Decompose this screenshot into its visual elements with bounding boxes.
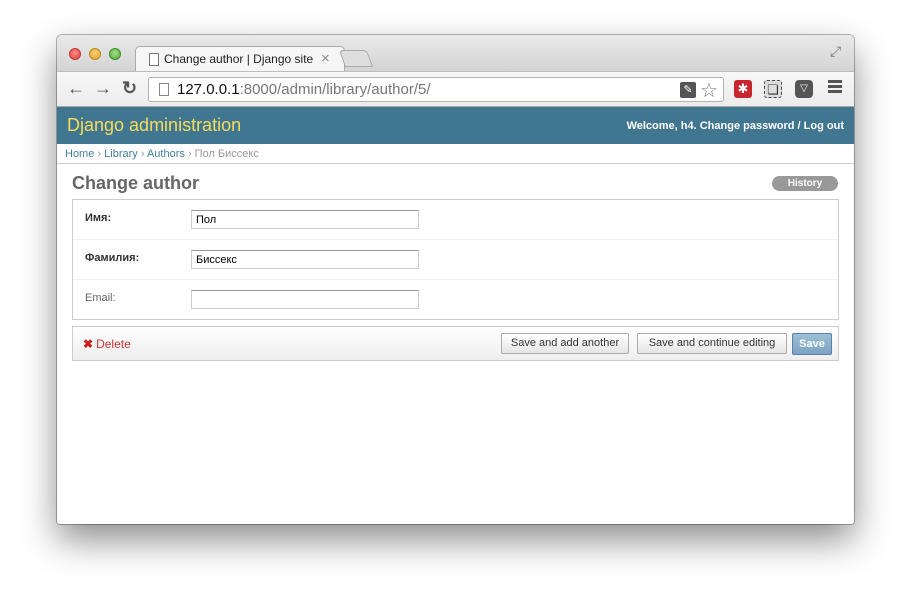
first-name-field[interactable] bbox=[191, 210, 419, 229]
bookmark-star-icon[interactable]: ☆ bbox=[700, 78, 718, 103]
page-icon bbox=[149, 53, 159, 66]
breadcrumb-separator: › bbox=[140, 148, 145, 160]
tab-title: Change author | Django site bbox=[164, 52, 314, 66]
save-and-add-another-button[interactable]: Save and add another bbox=[501, 333, 629, 354]
pocket-extension-icon[interactable]: ▽ bbox=[795, 80, 813, 98]
reload-icon[interactable]: ↻ bbox=[122, 78, 137, 99]
new-tab-button[interactable] bbox=[338, 50, 374, 67]
delete-label: Delete bbox=[96, 337, 131, 351]
lastpass-extension-icon[interactable]: ✱ bbox=[734, 80, 752, 98]
page-icon bbox=[159, 83, 169, 96]
address-bar[interactable]: 127.0.0.1:8000/admin/library/author/5/ ✎… bbox=[148, 77, 724, 102]
welcome-text: Welcome, h4. bbox=[626, 120, 697, 132]
delete-link[interactable]: ✖ Delete bbox=[83, 337, 131, 351]
breadcrumb-separator: › bbox=[187, 148, 192, 160]
breadcrumb: Home › Library › Authors › Пол Биссекс bbox=[57, 144, 854, 164]
history-button[interactable]: History bbox=[772, 176, 838, 191]
forward-icon[interactable]: → bbox=[94, 78, 112, 99]
wrench-extension-icon[interactable]: ✎ bbox=[680, 82, 696, 98]
last-name-field[interactable] bbox=[191, 250, 419, 269]
url-host: 127.0.0.1 bbox=[177, 81, 240, 98]
breadcrumb-home[interactable]: Home bbox=[65, 148, 94, 160]
browser-tab[interactable]: Change author | Django site × bbox=[135, 46, 345, 72]
back-icon[interactable]: ← bbox=[67, 78, 85, 99]
close-window-button[interactable] bbox=[69, 48, 81, 60]
url-path: :8000/admin/library/author/5/ bbox=[239, 81, 431, 98]
breadcrumb-authors[interactable]: Authors bbox=[147, 148, 185, 160]
form-row-first-name: Имя: bbox=[73, 200, 838, 240]
breadcrumb-separator: › bbox=[97, 148, 102, 160]
admin-header: Django administration Welcome, h4. Chang… bbox=[57, 107, 854, 144]
user-tools-separator: / bbox=[797, 120, 801, 132]
tab-close-icon[interactable]: × bbox=[321, 50, 330, 67]
form-row-last-name: Фамилия: bbox=[73, 240, 838, 280]
title-bar: Change author | Django site × ⤢ bbox=[57, 35, 854, 72]
logout-link[interactable]: Log out bbox=[804, 120, 844, 132]
first-name-label: Имя: bbox=[85, 212, 112, 224]
breadcrumb-library[interactable]: Library bbox=[104, 148, 138, 160]
author-form-fieldset: Имя: Фамилия: Email: bbox=[72, 199, 839, 320]
fullscreen-icon[interactable]: ⤢ bbox=[830, 43, 841, 60]
delete-icon: ✖ bbox=[83, 337, 94, 351]
email-field[interactable] bbox=[191, 290, 419, 309]
save-button[interactable]: Save bbox=[792, 333, 832, 355]
save-and-continue-button[interactable]: Save and continue editing bbox=[637, 333, 787, 354]
url-text[interactable]: 127.0.0.1:8000/admin/library/author/5/ bbox=[177, 81, 431, 98]
form-row-email: Email: bbox=[73, 280, 838, 320]
last-name-label: Фамилия: bbox=[85, 252, 140, 264]
user-tools: Welcome, h4. Change password / Log out bbox=[627, 120, 844, 132]
site-branding[interactable]: Django administration bbox=[67, 115, 241, 136]
submit-row: ✖ Delete Save and add another Save and co… bbox=[72, 326, 839, 361]
page-title: Change author bbox=[72, 173, 200, 193]
email-label: Email: bbox=[85, 292, 116, 304]
evernote-extension-icon[interactable]: ❏ bbox=[764, 80, 782, 98]
page-content: Django administration Welcome, h4. Chang… bbox=[57, 107, 854, 524]
breadcrumb-current: Пол Биссекс bbox=[194, 148, 259, 160]
change-password-link[interactable]: Change password bbox=[700, 120, 795, 132]
browser-toolbar: ← → ↻ 127.0.0.1:8000/admin/library/autho… bbox=[57, 71, 854, 107]
browser-window: Change author | Django site × ⤢ ← → ↻ 12… bbox=[57, 35, 854, 524]
chrome-menu-icon[interactable] bbox=[828, 80, 842, 95]
maximize-window-button[interactable] bbox=[109, 48, 121, 60]
minimize-window-button[interactable] bbox=[89, 48, 101, 60]
